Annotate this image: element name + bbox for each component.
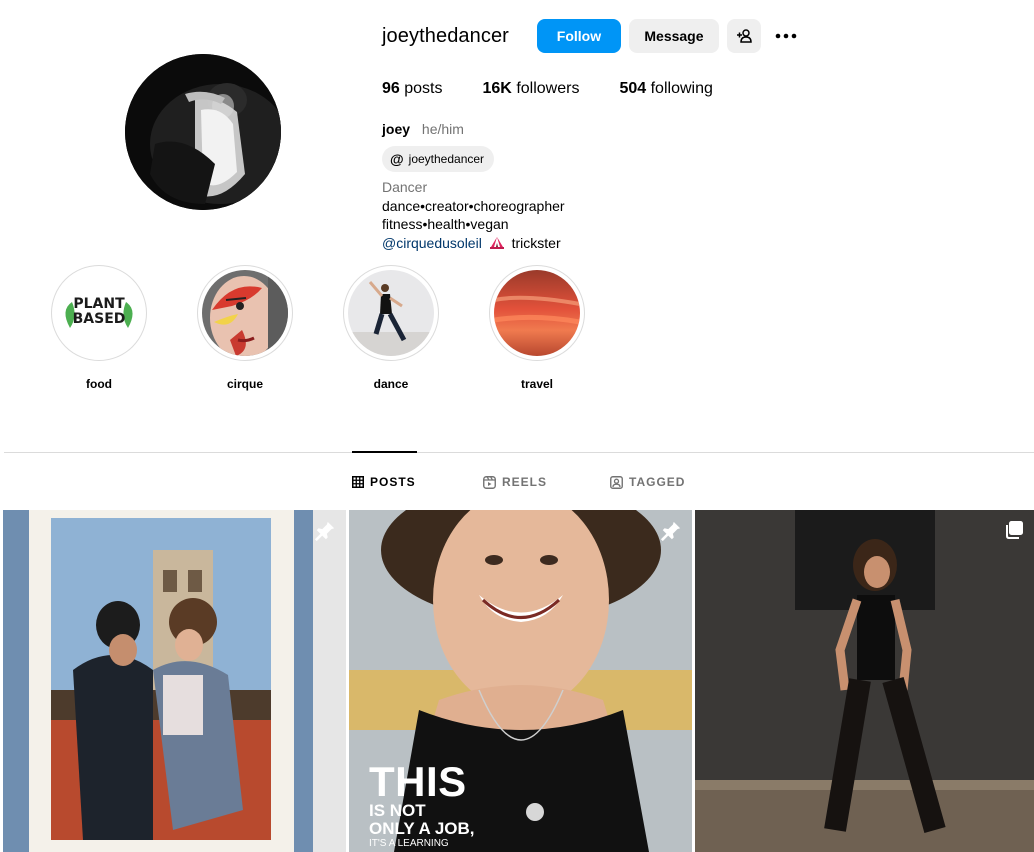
tab-label: POSTS xyxy=(370,475,416,489)
highlight-ring xyxy=(197,265,293,361)
more-options-button[interactable] xyxy=(771,19,801,53)
person-plus-icon xyxy=(736,29,752,43)
highlight-cover-cirque xyxy=(202,270,288,356)
highlight-cover-food: PLANT BASED xyxy=(56,270,142,356)
following-link[interactable]: 504 following xyxy=(619,80,712,98)
post-image xyxy=(695,510,1034,852)
plant-based-logo: PLANT BASED xyxy=(72,296,126,327)
threads-badge[interactable]: @ joeythedancer xyxy=(382,146,495,172)
bio-mention-suffix: trickster xyxy=(511,234,561,251)
highlight-ring: PLANT BASED xyxy=(51,265,147,361)
highlight-travel[interactable]: travel xyxy=(489,265,585,391)
followers-link[interactable]: 16K followers xyxy=(483,80,580,98)
pin-icon xyxy=(314,521,335,542)
active-tab-indicator xyxy=(352,451,417,453)
highlight-ring xyxy=(343,265,439,361)
tab-tagged[interactable]: TAGGED xyxy=(610,475,685,489)
highlight-cover-dance xyxy=(348,270,434,356)
tab-label: REELS xyxy=(502,475,548,489)
bio-line: fitness•health•vegan xyxy=(382,216,509,232)
circus-tent-icon xyxy=(489,236,504,249)
tagged-icon xyxy=(610,475,623,489)
post-tile[interactable] xyxy=(3,510,346,852)
highlight-label: dance xyxy=(373,377,409,391)
bio: Dancer dance•creator•choreographer fitne… xyxy=(382,178,565,252)
bio-category: Dancer xyxy=(382,179,428,195)
post-overlay-line: IS NOT xyxy=(369,801,426,820)
username: joeythedancer xyxy=(382,24,509,47)
post-overlay-line: IT'S A LEARNING xyxy=(369,838,449,849)
carousel-icon xyxy=(1006,521,1023,539)
posts-count: 96 posts xyxy=(382,80,443,97)
highlight-label: food xyxy=(86,377,112,391)
grid-icon xyxy=(352,476,364,488)
avatar-photo xyxy=(125,54,281,210)
follow-button[interactable]: Follow xyxy=(536,19,621,53)
bio-line: @cirquedusoleil trickster xyxy=(382,234,565,253)
highlight-food[interactable]: PLANT BASED food xyxy=(51,265,147,391)
highlight-dance[interactable]: dance xyxy=(343,265,439,391)
post-image xyxy=(3,510,346,852)
tab-posts[interactable]: POSTS xyxy=(352,475,416,489)
profile-stats: 96 posts 16K followers 504 following xyxy=(382,80,753,98)
threads-handle: joeythedancer xyxy=(408,152,485,166)
highlight-cover-travel xyxy=(494,270,580,356)
post-overlay-line: ONLY A JOB, xyxy=(369,819,475,838)
tabs-divider xyxy=(4,452,1034,453)
name-row: joey he/him xyxy=(382,121,464,137)
bio-mention-link[interactable]: @cirquedusoleil xyxy=(382,235,482,251)
tab-label: TAGGED xyxy=(629,475,686,489)
highlight-label: cirque xyxy=(226,377,263,391)
profile-header-row: joeythedancer Follow Message xyxy=(382,19,801,53)
highlight-ring xyxy=(489,265,585,361)
more-options-icon xyxy=(775,33,797,39)
suggested-accounts-button[interactable] xyxy=(726,19,761,53)
bio-line: dance•creator•choreographer xyxy=(382,197,565,214)
pronouns: he/him xyxy=(421,121,464,137)
reels-icon xyxy=(483,475,496,489)
full-name: joey xyxy=(382,121,411,137)
highlight-cirque[interactable]: cirque xyxy=(197,265,293,391)
highlight-label: travel xyxy=(520,377,554,391)
threads-icon: @ xyxy=(390,151,404,167)
post-overlay-title: THIS xyxy=(369,758,467,805)
message-button[interactable]: Message xyxy=(628,19,719,53)
profile-avatar[interactable] xyxy=(125,54,281,210)
tab-reels[interactable]: REELS xyxy=(483,475,547,489)
post-tile[interactable] xyxy=(695,510,1034,852)
post-tile[interactable]: THIS IS NOT ONLY A JOB, IT'S A LEARNING xyxy=(349,510,692,852)
pin-icon xyxy=(660,521,681,542)
